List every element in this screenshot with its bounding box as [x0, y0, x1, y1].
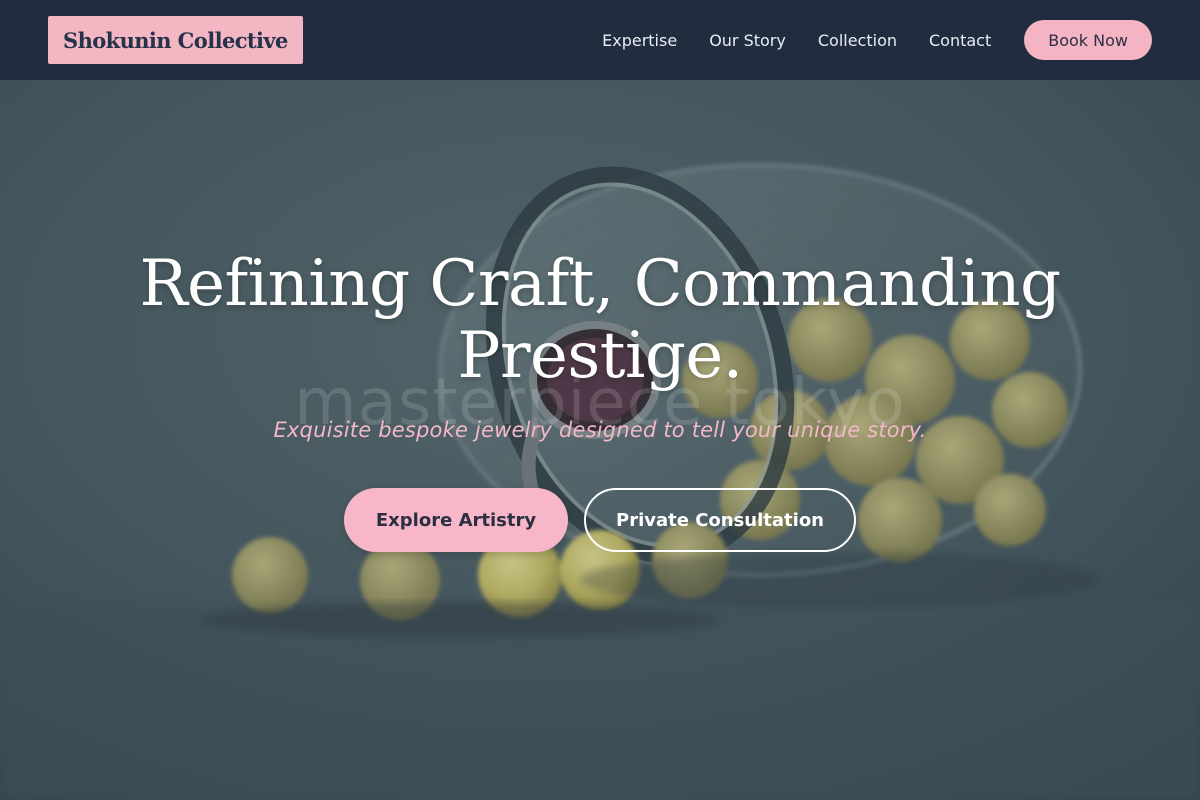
brand-logo[interactable]: Shokunin Collective	[48, 16, 303, 64]
hero-headline: Refining Craft, Commanding Prestige.	[0, 248, 1200, 392]
site-header: Shokunin Collective Expertise Our Story …	[0, 0, 1200, 80]
explore-artistry-button[interactable]: Explore Artistry	[344, 488, 568, 552]
nav-link-contact[interactable]: Contact	[929, 31, 991, 50]
book-now-button[interactable]: Book Now	[1024, 20, 1152, 60]
nav-link-collection[interactable]: Collection	[818, 31, 897, 50]
hero-subheadline: Exquisite bespoke jewelry designed to te…	[273, 418, 927, 442]
headline-line-1: Refining Craft, Commanding	[139, 247, 1061, 321]
nav-link-our-story[interactable]: Our Story	[709, 31, 786, 50]
hero-cta-row: Explore Artistry Private Consultation	[0, 488, 1200, 552]
main-nav: Expertise Our Story Collection Contact B…	[570, 20, 1152, 60]
headline-line-2: Prestige.	[457, 319, 743, 393]
nav-link-expertise[interactable]: Expertise	[602, 31, 677, 50]
private-consultation-button[interactable]: Private Consultation	[584, 488, 856, 552]
hero-section: masterpiece tokyo Refining Craft, Comman…	[0, 80, 1200, 800]
